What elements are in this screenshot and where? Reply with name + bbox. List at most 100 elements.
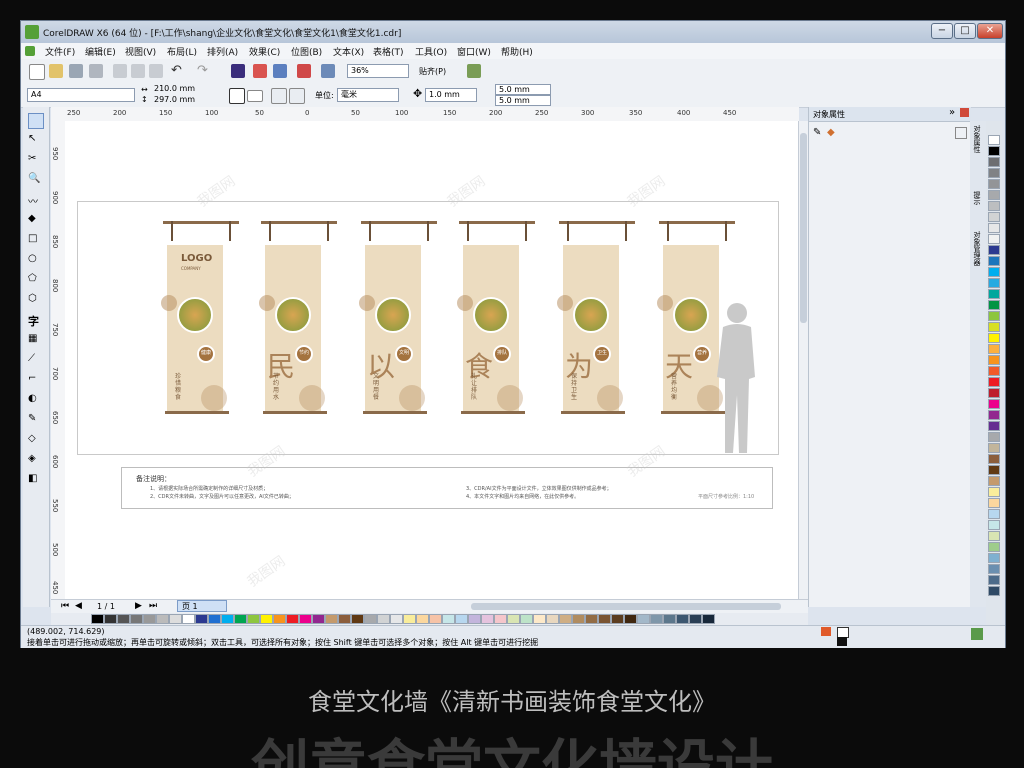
palette-swatch[interactable]	[611, 614, 624, 624]
freehand-tool-icon[interactable]: 〰	[28, 193, 42, 208]
menu-effects[interactable]: 效果(C)	[249, 45, 280, 58]
palette-swatch[interactable]	[273, 614, 286, 624]
horizontal-ruler[interactable]: 250 200 150 100 50 0 50 100 150 200 250 …	[51, 107, 799, 122]
shape-tool-icon[interactable]: ↖	[28, 133, 42, 147]
paste-icon[interactable]	[149, 64, 163, 78]
palette-swatch[interactable]	[117, 614, 130, 624]
palette-swatch[interactable]	[91, 614, 104, 624]
palette-swatch[interactable]	[988, 179, 1000, 189]
palette-swatch[interactable]	[494, 614, 507, 624]
palette-swatch[interactable]	[377, 614, 390, 624]
palette-swatch[interactable]	[988, 476, 1000, 486]
palette-swatch[interactable]	[221, 614, 234, 624]
palette-swatch[interactable]	[988, 355, 1000, 365]
all-pages-icon[interactable]	[271, 88, 287, 104]
menu-help[interactable]: 帮助(H)	[501, 45, 533, 58]
wall-banner[interactable]: 文明以文明用餐	[359, 221, 439, 417]
palette-swatch[interactable]	[143, 614, 156, 624]
undo-icon[interactable]: ↶	[171, 63, 182, 78]
palette-swatch[interactable]	[988, 333, 1000, 343]
last-page-icon[interactable]: ⏭	[149, 601, 157, 611]
fill-indicator-icon[interactable]	[821, 627, 831, 636]
palette-swatch[interactable]	[988, 509, 1000, 519]
open-folder-icon[interactable]	[49, 64, 63, 78]
palette-swatch[interactable]	[988, 366, 1000, 376]
import-icon[interactable]	[253, 64, 267, 78]
outline-pen-icon[interactable]: ✎	[813, 127, 821, 138]
snap-to-menu[interactable]: 贴齐(P)	[419, 66, 446, 77]
palette-swatch[interactable]	[208, 614, 221, 624]
wall-banner[interactable]: 节约民节约用水	[259, 221, 339, 417]
menu-table[interactable]: 表格(T)	[373, 45, 404, 58]
palette-swatch[interactable]	[546, 614, 559, 624]
palette-swatch[interactable]	[988, 245, 1000, 255]
palette-swatch[interactable]	[663, 614, 676, 624]
menu-window[interactable]: 窗口(W)	[457, 45, 491, 58]
palette-swatch[interactable]	[169, 614, 182, 624]
table-tool-icon[interactable]: ▦	[28, 333, 42, 347]
palette-swatch[interactable]	[156, 614, 169, 624]
docker-close-icon[interactable]	[960, 108, 969, 117]
fill-tool-icon[interactable]: ◈	[28, 453, 42, 467]
duplicate-distance-x[interactable]: 5.0 mm	[495, 84, 551, 95]
palette-swatch[interactable]	[299, 614, 312, 624]
palette-swatch[interactable]	[988, 311, 1000, 321]
palette-swatch[interactable]	[416, 614, 429, 624]
dimension-tool-icon[interactable]: ⟋	[28, 353, 42, 367]
palette-swatch[interactable]	[988, 289, 1000, 299]
palette-swatch[interactable]	[637, 614, 650, 624]
palette-swatch[interactable]	[988, 168, 1000, 178]
palette-swatch[interactable]	[312, 614, 325, 624]
blend-tool-icon[interactable]: ◐	[28, 393, 42, 407]
copy-icon[interactable]	[131, 64, 145, 78]
nudge-distance-field[interactable]: 1.0 mm	[425, 88, 477, 102]
palette-swatch[interactable]	[650, 614, 663, 624]
connector-tool-icon[interactable]: ⌐	[28, 373, 42, 387]
redo-icon[interactable]: ↷	[197, 63, 208, 78]
color-manager-icon[interactable]	[971, 628, 983, 640]
docker-options-icon[interactable]	[955, 127, 967, 139]
palette-swatch[interactable]	[988, 322, 1000, 332]
palette-swatch[interactable]	[676, 614, 689, 624]
tab-object-properties[interactable]: 对象属性	[972, 125, 982, 153]
page-width-field[interactable]: 210.0 mm	[151, 84, 203, 95]
menu-text[interactable]: 文本(X)	[333, 45, 364, 58]
fill-bucket-icon[interactable]: ◆	[827, 127, 835, 138]
palette-swatch[interactable]	[702, 614, 715, 624]
palette-swatch[interactable]	[689, 614, 702, 624]
vertical-ruler[interactable]: 950 900 850 800 750 700 650 600 550 500 …	[51, 121, 66, 599]
palette-swatch[interactable]	[988, 487, 1000, 497]
palette-swatch[interactable]	[182, 614, 195, 624]
palette-swatch[interactable]	[988, 146, 1000, 156]
smart-fill-icon[interactable]: ◆	[28, 213, 42, 227]
close-button[interactable]: ✕	[977, 23, 1003, 39]
pick-tool-icon[interactable]	[28, 113, 44, 129]
palette-swatch[interactable]	[988, 300, 1000, 310]
palette-swatch[interactable]	[988, 190, 1000, 200]
search-content-icon[interactable]	[231, 64, 245, 78]
menu-layout[interactable]: 布局(L)	[167, 45, 197, 58]
palette-swatch[interactable]	[988, 256, 1000, 266]
palette-swatch[interactable]	[598, 614, 611, 624]
options-icon[interactable]	[467, 64, 481, 78]
palette-swatch[interactable]	[130, 614, 143, 624]
print-icon[interactable]	[89, 64, 103, 78]
palette-swatch[interactable]	[325, 614, 338, 624]
application-launcher-icon[interactable]	[297, 64, 311, 78]
export-icon[interactable]	[273, 64, 287, 78]
palette-swatch[interactable]	[572, 614, 585, 624]
palette-swatch[interactable]	[468, 614, 481, 624]
palette-swatch[interactable]	[988, 278, 1000, 288]
palette-swatch[interactable]	[988, 542, 1000, 552]
docker-collapse-icon[interactable]: »	[949, 107, 955, 118]
palette-swatch[interactable]	[988, 454, 1000, 464]
polygon-tool-icon[interactable]: ⬠	[28, 273, 42, 287]
palette-swatch[interactable]	[104, 614, 117, 624]
palette-swatch[interactable]	[338, 614, 351, 624]
palette-swatch[interactable]	[988, 421, 1000, 431]
zoom-level-select[interactable]: 36%	[347, 64, 409, 78]
prev-page-icon[interactable]: ◀	[75, 601, 82, 611]
palette-swatch[interactable]	[988, 432, 1000, 442]
landscape-icon[interactable]	[247, 90, 263, 102]
next-page-icon[interactable]: ▶	[135, 601, 142, 611]
